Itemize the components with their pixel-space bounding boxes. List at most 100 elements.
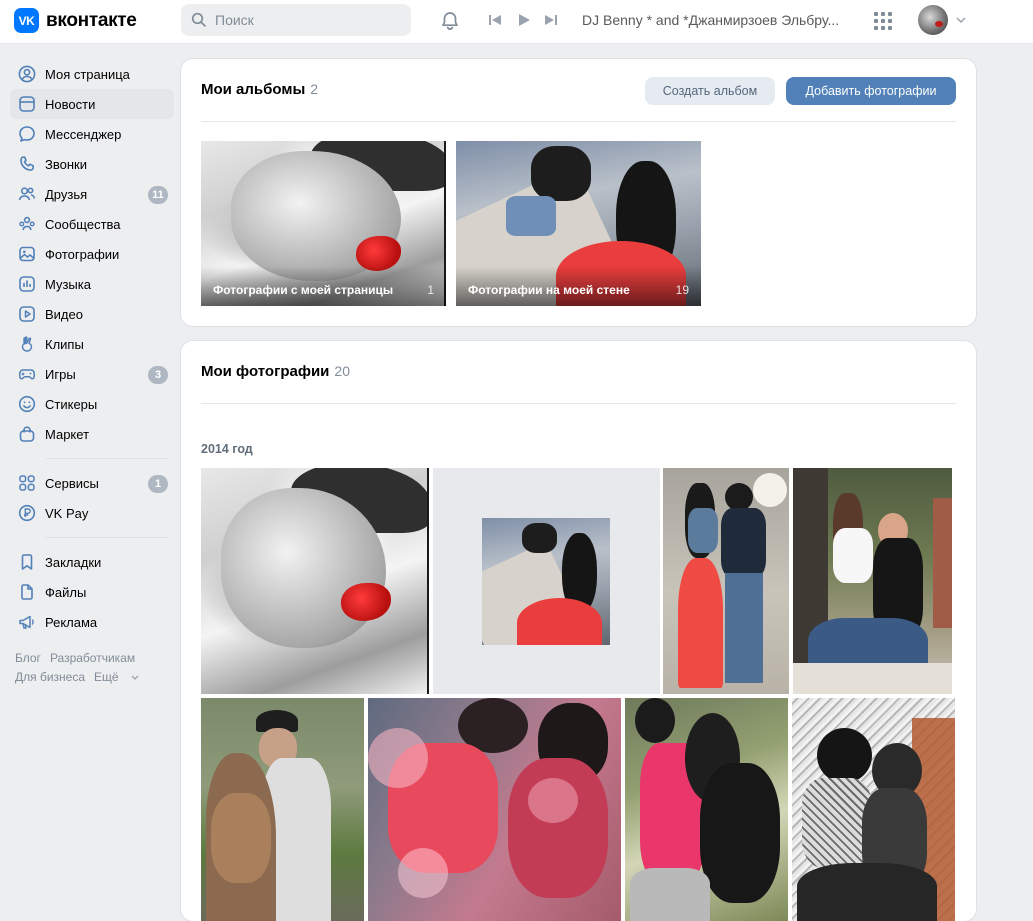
album-photo-count: 1 xyxy=(427,283,434,297)
footer-link-developers[interactable]: Разработчикам xyxy=(50,651,135,665)
sidebar-item-friends[interactable]: Друзья 11 xyxy=(10,179,174,209)
sidebar-item-label: Игры xyxy=(45,366,76,382)
photo-thumbnail[interactable] xyxy=(792,698,955,921)
sidebar-item-label: Реклама xyxy=(45,614,98,630)
sidebar-item-label: Клипы xyxy=(45,336,84,352)
communities-icon xyxy=(17,214,37,234)
photo-thumbnail[interactable] xyxy=(368,698,621,921)
sidebar-item-label: Новости xyxy=(45,96,96,112)
vk-logo-icon: VK xyxy=(14,8,39,33)
sidebar-divider xyxy=(46,537,168,538)
photos-count: 20 xyxy=(334,363,350,379)
sidebar-item-ads[interactable]: Реклама xyxy=(10,607,174,637)
sidebar-item-news[interactable]: Новости xyxy=(10,89,174,119)
footer-link-business[interactable]: Для бизнеса xyxy=(15,670,85,684)
sidebar-item-label: Видео xyxy=(45,306,83,322)
sidebar-item-games[interactable]: Игры 3 xyxy=(10,359,174,389)
photo-thumbnail[interactable] xyxy=(201,468,429,694)
services-icon xyxy=(17,473,37,493)
vkpay-icon xyxy=(17,503,37,523)
album-profile-photos[interactable]: Фотографии с моей страницы 1 xyxy=(201,141,446,306)
search-box[interactable] xyxy=(181,4,411,36)
phone-icon xyxy=(17,154,37,174)
services-count-badge: 1 xyxy=(148,475,168,493)
ads-icon xyxy=(17,612,37,632)
year-heading: 2014 год xyxy=(201,442,253,456)
sidebar-item-label: Маркет xyxy=(45,426,90,442)
sidebar-item-video[interactable]: Видео xyxy=(10,299,174,329)
rose-image xyxy=(341,583,391,621)
create-album-button[interactable]: Создать альбом xyxy=(645,77,775,105)
photo-thumbnail[interactable] xyxy=(793,468,952,694)
clips-icon xyxy=(17,334,37,354)
sidebar-item-label: Сервисы xyxy=(45,475,99,491)
albums-divider xyxy=(201,121,956,122)
sidebar-item-label: Мессенджер xyxy=(45,126,122,142)
photo-thumbnail[interactable] xyxy=(201,698,364,921)
file-icon xyxy=(17,582,37,602)
photos-card: Мои фотографии 20 2014 год xyxy=(181,341,976,921)
top-header: VK вконтакте DJ Benny * and *Джанмирзое xyxy=(0,0,1033,44)
video-icon xyxy=(17,304,37,324)
footer-link-blog[interactable]: Блог xyxy=(15,651,41,665)
logo-text: вконтакте xyxy=(46,9,137,31)
sidebar-footer-links: Блог Разработчикам Для бизнеса Ещё xyxy=(15,649,174,687)
sidebar-item-services[interactable]: Сервисы 1 xyxy=(10,468,174,498)
sidebar-item-label: Фотографии xyxy=(45,246,120,262)
add-photos-button[interactable]: Добавить фотографии xyxy=(786,77,956,105)
market-icon xyxy=(17,424,37,444)
chevron-down-icon[interactable] xyxy=(956,16,966,24)
album-photo-count: 19 xyxy=(675,283,689,297)
sidebar-item-label: Сообщества xyxy=(45,216,121,232)
games-icon xyxy=(17,364,37,384)
next-track-icon[interactable] xyxy=(543,12,559,28)
sidebar-item-label: Файлы xyxy=(45,584,87,600)
sidebar-item-messenger[interactable]: Мессенджер xyxy=(10,119,174,149)
photos-title: Мои фотографии 20 xyxy=(201,363,350,380)
sidebar-item-label: Моя страница xyxy=(45,66,130,82)
now-playing-track[interactable]: DJ Benny * and *Джанмирзоев Эльбру... xyxy=(582,12,847,28)
album-name: Фотографии на моей стене xyxy=(468,283,630,297)
photo-thumbnail[interactable] xyxy=(663,468,789,694)
sidebar-item-stickers[interactable]: Стикеры xyxy=(10,389,174,419)
news-icon xyxy=(17,94,37,114)
games-count-badge: 3 xyxy=(148,366,168,384)
photos-divider xyxy=(201,403,956,404)
sidebar-item-files[interactable]: Файлы xyxy=(10,577,174,607)
album-wall-photos[interactable]: Фотографии на моей стене 19 xyxy=(456,141,701,306)
music-icon xyxy=(17,274,37,294)
albums-count: 2 xyxy=(310,81,319,97)
friends-icon xyxy=(17,184,37,204)
left-sidebar-nav: Моя страница Новости Мессенджер Звонки Д… xyxy=(10,59,174,687)
sidebar-item-label: VK Pay xyxy=(45,505,89,521)
search-icon xyxy=(191,12,206,27)
smile-icon xyxy=(17,394,37,414)
vk-logo[interactable]: VK вконтакте xyxy=(14,8,137,33)
sidebar-item-music[interactable]: Музыка xyxy=(10,269,174,299)
sidebar-item-calls[interactable]: Звонки xyxy=(10,149,174,179)
sidebar-item-clips[interactable]: Клипы xyxy=(10,329,174,359)
photo-thumbnail[interactable] xyxy=(625,698,788,921)
previous-track-icon[interactable] xyxy=(487,12,503,28)
apps-grid-icon[interactable] xyxy=(873,11,893,31)
sidebar-item-my-page[interactable]: Моя страница xyxy=(10,59,174,89)
sidebar-item-bookmarks[interactable]: Закладки xyxy=(10,547,174,577)
bookmark-icon xyxy=(17,552,37,572)
sidebar-divider xyxy=(46,458,168,459)
sidebar-item-vkpay[interactable]: VK Pay xyxy=(10,498,174,528)
photo-thumbnail[interactable] xyxy=(433,468,660,694)
sidebar-item-communities[interactable]: Сообщества xyxy=(10,209,174,239)
search-input[interactable] xyxy=(213,11,397,29)
notifications-bell-icon[interactable] xyxy=(439,10,461,32)
sidebar-item-photos[interactable]: Фотографии xyxy=(10,239,174,269)
albums-title: Мои альбомы 2 xyxy=(201,81,319,98)
sidebar-item-label: Музыка xyxy=(45,276,91,292)
photo-icon xyxy=(17,244,37,264)
play-icon[interactable] xyxy=(516,12,532,28)
user-circle-icon xyxy=(17,64,37,84)
sidebar-item-label: Закладки xyxy=(45,554,102,570)
chevron-down-icon xyxy=(131,675,139,680)
footer-link-more[interactable]: Ещё xyxy=(94,670,139,684)
sidebar-item-market[interactable]: Маркет xyxy=(10,419,174,449)
profile-avatar[interactable] xyxy=(918,5,948,35)
